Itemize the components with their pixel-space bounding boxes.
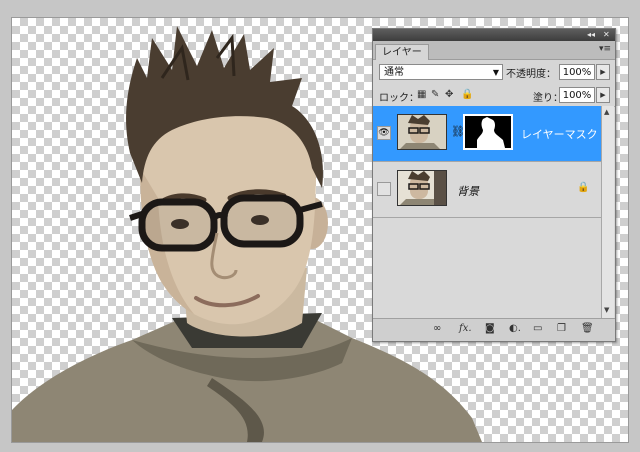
trash-icon[interactable]: 🗑 <box>581 323 594 335</box>
tab-layers[interactable]: レイヤー <box>375 44 429 60</box>
mask-thumbnail[interactable] <box>463 114 513 150</box>
link-icon[interactable]: ∞ <box>433 323 441 335</box>
layer-row-background[interactable]: 背景 🔒 <box>373 162 601 218</box>
blend-row: 通常 ▼ 不透明度： 100% ▶ <box>373 60 615 84</box>
chevron-down-icon: ▼ <box>492 68 499 77</box>
panel-menu-icon[interactable]: ▾≡ <box>599 44 611 54</box>
lock-transparent-icon[interactable]: ▦ <box>417 89 426 100</box>
eye-toggle-empty[interactable] <box>377 182 391 196</box>
close-icon[interactable]: ✕ <box>603 30 610 40</box>
layers-panel: ◂◂ ✕ レイヤー ▾≡ 通常 ▼ 不透明度： 100% ▶ ロック： ▦ ✎ … <box>372 28 616 342</box>
layers-list: 👁 ⛓ レイヤーマスク 背景 🔒 <box>373 106 601 318</box>
layers-scrollbar[interactable]: ▲ ▼ <box>601 106 614 318</box>
scroll-down-icon[interactable]: ▼ <box>604 306 609 314</box>
lock-move-icon[interactable]: ✥ <box>445 89 453 100</box>
opacity-slider-button[interactable]: ▶ <box>596 64 610 80</box>
layer-row-mask[interactable]: 👁 ⛓ レイヤーマスク <box>373 106 601 162</box>
workspace: ◂◂ ✕ レイヤー ▾≡ 通常 ▼ 不透明度： 100% ▶ ロック： ▦ ✎ … <box>0 0 640 452</box>
panel-footer: ∞ fx. ◙ ◐. ▭ ❐ 🗑 <box>373 318 615 341</box>
folder-icon[interactable]: ▭ <box>533 323 542 335</box>
eye-icon[interactable]: 👁 <box>377 126 391 140</box>
lock-row: ロック： ▦ ✎ ✥ 🔒 塗り： 100% ▶ <box>373 84 615 107</box>
panel-tabrow: レイヤー ▾≡ <box>373 41 615 60</box>
scroll-up-icon[interactable]: ▲ <box>604 108 609 116</box>
new-layer-icon[interactable]: ❐ <box>557 323 566 335</box>
lock-all-icon[interactable]: 🔒 <box>461 89 473 100</box>
fx-icon[interactable]: fx. <box>459 323 472 335</box>
lock-icon: 🔒 <box>577 182 590 193</box>
blend-mode-select[interactable]: 通常 ▼ <box>379 64 503 80</box>
adjustment-icon[interactable]: ◐. <box>509 323 521 335</box>
layer-thumbnail[interactable] <box>397 114 447 150</box>
fill-input[interactable]: 100% <box>559 87 595 103</box>
lock-label: ロック： <box>379 93 419 104</box>
collapse-icon[interactable]: ◂◂ <box>587 30 595 40</box>
blend-mode-value: 通常 <box>384 67 404 78</box>
fill-slider-button[interactable]: ▶ <box>596 87 610 103</box>
layer-name-mask[interactable]: レイヤーマスク <box>521 126 598 142</box>
opacity-input[interactable]: 100% <box>559 64 595 80</box>
layer-name-background[interactable]: 背景 <box>457 183 479 199</box>
panel-titlebar[interactable]: ◂◂ ✕ <box>373 29 615 41</box>
mask-icon[interactable]: ◙ <box>485 323 495 335</box>
layer-thumbnail[interactable] <box>397 170 447 206</box>
opacity-label: 不透明度： <box>506 69 556 80</box>
lock-brush-icon[interactable]: ✎ <box>431 89 439 100</box>
